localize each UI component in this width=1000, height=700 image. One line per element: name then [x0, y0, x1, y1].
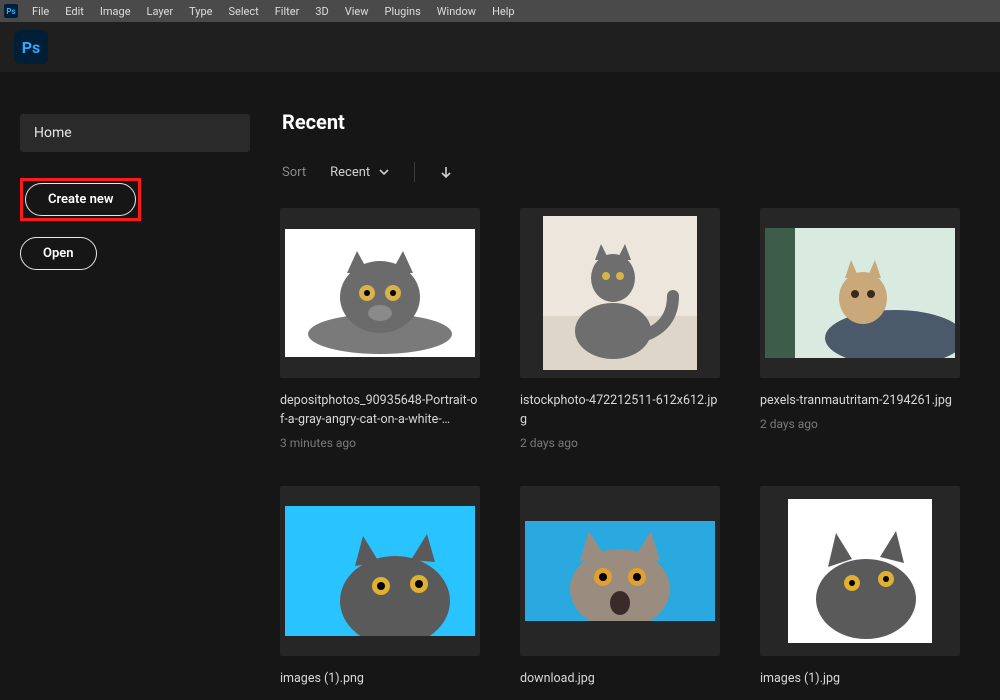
cat-image-icon [543, 216, 697, 370]
menu-type[interactable]: Type [181, 5, 220, 18]
recent-card[interactable]: images (1).png [280, 486, 480, 695]
thumbnail [525, 521, 715, 621]
arrow-down-icon [439, 165, 453, 179]
sort-direction-button[interactable] [439, 165, 453, 179]
menu-filter[interactable]: Filter [267, 5, 308, 18]
recent-card[interactable]: download.jpg [520, 486, 720, 695]
thumbnail-wrap [760, 486, 960, 656]
menu-layer[interactable]: Layer [139, 5, 182, 18]
chevron-down-icon [378, 166, 390, 178]
recent-card[interactable]: depositphotos_90935648-Portrait-of-a-gra… [280, 208, 480, 450]
recent-card[interactable]: images (1).jpg [760, 486, 960, 695]
file-name: images (1).jpg [760, 670, 960, 689]
thumbnail [285, 229, 475, 357]
cat-image-icon [788, 499, 932, 643]
menu-help[interactable]: Help [484, 5, 523, 18]
menu-select[interactable]: Select [220, 5, 266, 18]
menu-window[interactable]: Window [429, 5, 484, 18]
main-panel: Recent Sort Recent [280, 72, 1000, 700]
file-name: istockphoto-472212511-612x612.jpg [520, 392, 720, 430]
ps-logo-icon: Ps [14, 30, 48, 64]
divider [414, 162, 415, 182]
sort-dropdown[interactable]: Recent [330, 165, 390, 180]
sort-label: Sort [282, 165, 306, 180]
file-time: 2 days ago [520, 436, 720, 450]
file-name: pexels-tranmautritam-2194261.jpg [760, 392, 960, 411]
cat-image-icon [285, 506, 475, 636]
app-header: Ps [0, 22, 1000, 72]
thumbnail [543, 216, 697, 370]
section-title: Recent [282, 110, 1000, 134]
file-name: images (1).png [280, 670, 480, 689]
workspace: Home Create new Open Recent Sort Recent [0, 72, 1000, 700]
menu-plugins[interactable]: Plugins [377, 5, 429, 18]
thumbnail-wrap [520, 486, 720, 656]
menu-bar: Ps File Edit Image Layer Type Select Fil… [0, 0, 1000, 22]
thumbnail-wrap [760, 208, 960, 378]
menu-3d[interactable]: 3D [307, 5, 336, 18]
sort-value: Recent [330, 165, 370, 180]
thumbnail-wrap [520, 208, 720, 378]
menu-view[interactable]: View [337, 5, 377, 18]
create-new-button[interactable]: Create new [25, 183, 136, 216]
cat-image-icon [765, 228, 955, 358]
open-button[interactable]: Open [20, 237, 97, 270]
file-name: depositphotos_90935648-Portrait-of-a-gra… [280, 392, 480, 430]
tutorial-highlight: Create new [20, 178, 141, 221]
thumbnail-wrap [280, 208, 480, 378]
thumbnail [788, 499, 932, 643]
sidebar: Home Create new Open [0, 72, 280, 700]
cat-image-icon [525, 521, 715, 621]
menu-file[interactable]: File [24, 5, 57, 18]
thumbnail [765, 228, 955, 358]
cat-image-icon [285, 229, 475, 357]
recent-card[interactable]: pexels-tranmautritam-2194261.jpg 2 days … [760, 208, 960, 450]
file-time: 2 days ago [760, 417, 960, 431]
file-time: 3 minutes ago [280, 436, 480, 450]
menu-image[interactable]: Image [92, 5, 139, 18]
thumbnail-wrap [280, 486, 480, 656]
home-button[interactable]: Home [20, 114, 250, 152]
recent-card[interactable]: istockphoto-472212511-612x612.jpg 2 days… [520, 208, 720, 450]
file-name: download.jpg [520, 670, 720, 689]
ps-mini-icon: Ps [4, 4, 18, 18]
menu-edit[interactable]: Edit [57, 5, 92, 18]
sort-controls: Sort Recent [280, 162, 1000, 182]
thumbnail [285, 506, 475, 636]
recent-grid: depositphotos_90935648-Portrait-of-a-gra… [280, 208, 1000, 694]
